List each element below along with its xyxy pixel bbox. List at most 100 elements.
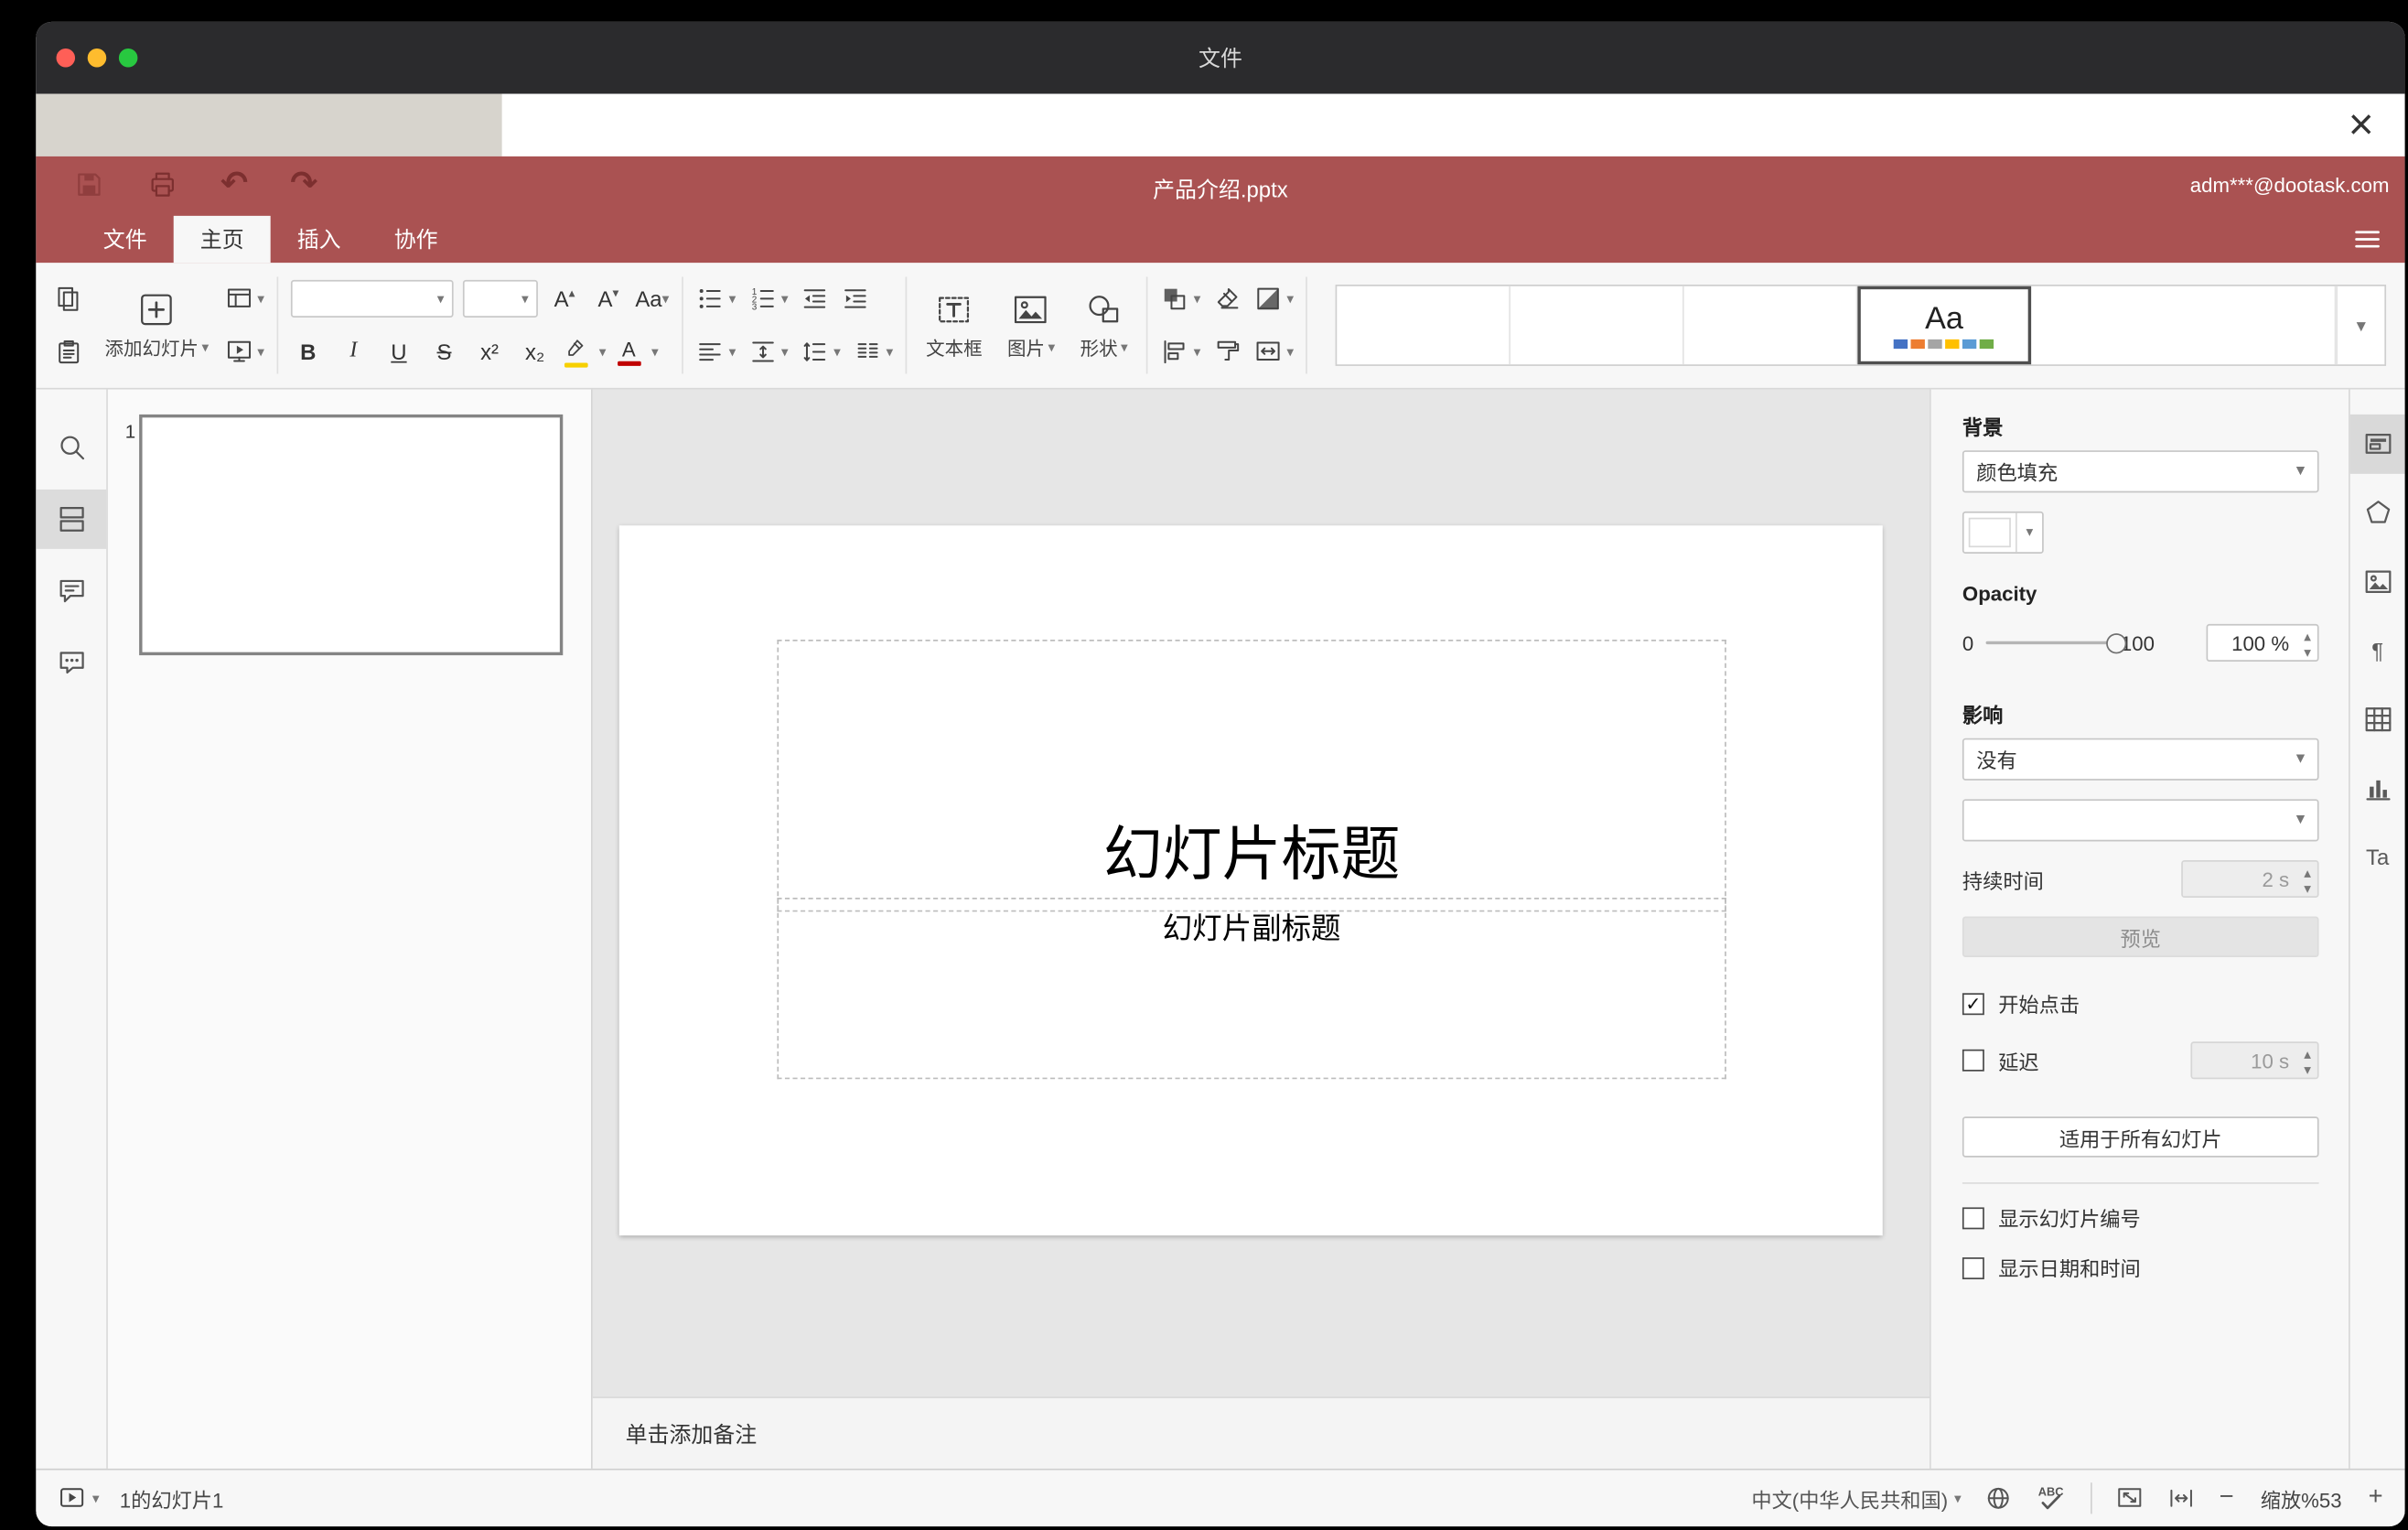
insert-image-button[interactable]: 图片 ▾: [1001, 290, 1061, 361]
checkbox-unchecked[interactable]: [1962, 1256, 1984, 1279]
redo-button[interactable]: ↷: [290, 167, 317, 202]
theme-tile-selected[interactable]: Aa: [1858, 286, 2032, 365]
increase-font-button[interactable]: A▴: [547, 280, 582, 318]
theme-tile[interactable]: [1338, 286, 1511, 365]
slide-settings-button[interactable]: [2349, 414, 2405, 474]
effect-select[interactable]: 没有 ▾: [1962, 738, 2319, 781]
font-size-combobox[interactable]: ▾: [463, 279, 539, 318]
copy-style-button[interactable]: [1213, 338, 1242, 366]
print-button[interactable]: [147, 169, 178, 200]
theme-gallery-expand-button[interactable]: ▾: [2336, 286, 2384, 365]
theme-tile[interactable]: [1511, 286, 1685, 365]
search-panel-button[interactable]: [36, 417, 106, 477]
theme-tile[interactable]: [1684, 286, 1859, 365]
insert-textbox-button[interactable]: 文本框: [919, 290, 988, 361]
delay-spinner[interactable]: 10 s ▴ ▾: [2190, 1041, 2319, 1080]
fit-slide-button[interactable]: [2116, 1484, 2145, 1513]
close-window-button[interactable]: [56, 48, 76, 68]
copy-button[interactable]: [55, 285, 83, 313]
font-color-button[interactable]: A: [617, 339, 641, 366]
slide-thumbnail[interactable]: [139, 414, 564, 656]
highlight-color-button[interactable]: [563, 336, 587, 368]
document-language-button[interactable]: [1984, 1484, 2013, 1513]
arrange-shapes-button[interactable]: ▾: [1161, 285, 1200, 313]
tab-collaboration[interactable]: 协作: [368, 216, 465, 263]
numbering-button[interactable]: ▾: [748, 285, 789, 313]
theme-tile[interactable]: [2032, 286, 2337, 365]
save-button[interactable]: [73, 169, 104, 200]
underline-button[interactable]: U: [382, 333, 416, 371]
minimize-window-button[interactable]: [87, 48, 107, 68]
paragraph-settings-button[interactable]: ¶: [2350, 621, 2405, 681]
slide-size-button[interactable]: ▾: [1253, 338, 1294, 366]
italic-button[interactable]: I: [337, 333, 371, 371]
insert-shape-button[interactable]: 形状 ▾: [1074, 290, 1134, 361]
slides-panel-button[interactable]: [36, 489, 107, 549]
font-name-combobox[interactable]: ▾: [291, 279, 454, 318]
decrease-indent-button[interactable]: [801, 285, 829, 313]
align-shapes-button[interactable]: ▾: [1161, 338, 1200, 366]
decrease-font-button[interactable]: A▾: [591, 280, 626, 318]
effect-type-select[interactable]: ▾: [1962, 799, 2319, 842]
zoom-window-button[interactable]: [118, 48, 138, 68]
show-datetime-checkbox-row[interactable]: 显示日期和时间: [1962, 1253, 2319, 1282]
view-settings-button[interactable]: [2351, 223, 2382, 254]
undo-button[interactable]: ↶: [220, 167, 248, 202]
delay-checkbox-row[interactable]: 延迟: [1962, 1046, 2039, 1075]
fill-color-dropdown[interactable]: ▾: [2016, 512, 2042, 553]
fill-color-picker[interactable]: ▾: [1962, 511, 2044, 555]
add-slide-button[interactable]: 添加幻灯片 ▾: [99, 290, 215, 361]
change-layout-button[interactable]: ▾: [224, 285, 264, 313]
shape-settings-button[interactable]: [2350, 483, 2405, 543]
shape-fill-button[interactable]: ▾: [1253, 285, 1294, 313]
opacity-spinner[interactable]: 100 % ▴ ▾: [2206, 623, 2319, 662]
checkbox-unchecked[interactable]: [1962, 1206, 1984, 1229]
spinner-arrows[interactable]: ▴ ▾: [2304, 866, 2311, 896]
tab-file[interactable]: 文件: [77, 216, 174, 263]
start-slideshow-button[interactable]: ▾: [224, 338, 264, 366]
increase-indent-button[interactable]: [842, 285, 870, 313]
title-placeholder[interactable]: 幻灯片标题: [777, 640, 1726, 912]
paste-button[interactable]: [55, 338, 83, 366]
checkbox-checked[interactable]: ✓: [1962, 992, 1984, 1015]
clear-style-button[interactable]: [1213, 285, 1242, 313]
zoom-out-button[interactable]: −: [2220, 1485, 2234, 1511]
columns-button[interactable]: ▾: [854, 338, 893, 366]
fill-type-select[interactable]: 颜色填充 ▾: [1962, 450, 2319, 493]
start-on-click-checkbox-row[interactable]: ✓ 开始点击: [1962, 988, 2319, 1018]
tab-home[interactable]: 主页: [173, 215, 271, 264]
chat-panel-button[interactable]: [36, 633, 106, 693]
vertical-align-button[interactable]: ▾: [748, 338, 789, 366]
chevron-down-icon: ▾: [728, 290, 736, 307]
strikethrough-button[interactable]: S: [427, 333, 462, 371]
subscript-button[interactable]: x₂: [518, 333, 553, 371]
chart-settings-button[interactable]: [2350, 759, 2405, 818]
fit-width-button[interactable]: [2167, 1484, 2196, 1513]
tab-insert[interactable]: 插入: [271, 216, 368, 263]
spinner-arrows[interactable]: ▴ ▾: [2304, 1047, 2311, 1077]
notes-area[interactable]: 单击添加备注: [592, 1396, 1930, 1469]
zoom-in-button[interactable]: +: [2369, 1485, 2383, 1511]
textart-settings-button[interactable]: Ta: [2350, 827, 2405, 887]
apply-to-all-button[interactable]: 适用于所有幻灯片: [1962, 1116, 2319, 1158]
change-case-button[interactable]: Aa ▾: [635, 280, 670, 318]
close-preview-button[interactable]: ×: [2333, 94, 2390, 156]
bullets-button[interactable]: ▾: [696, 285, 736, 313]
line-spacing-button[interactable]: ▾: [801, 338, 841, 366]
horizontal-align-button[interactable]: ▾: [696, 338, 736, 366]
spinner-arrows[interactable]: ▴ ▾: [2304, 630, 2311, 660]
duration-spinner[interactable]: 2 s ▴ ▾: [2181, 859, 2319, 899]
spellcheck-button[interactable]: [2037, 1482, 2068, 1514]
language-selector[interactable]: 中文(中华人民共和国) ▾: [1751, 1483, 1961, 1513]
show-slide-number-checkbox-row[interactable]: 显示幻灯片编号: [1962, 1202, 2319, 1232]
preview-button[interactable]: 预览: [1962, 916, 2319, 957]
subtitle-placeholder[interactable]: 幻灯片副标题: [777, 898, 1726, 1080]
superscript-button[interactable]: x²: [472, 333, 507, 371]
table-settings-button[interactable]: [2350, 690, 2405, 749]
start-slideshow-status-button[interactable]: ▾: [58, 1484, 100, 1513]
comments-panel-button[interactable]: [36, 562, 106, 621]
checkbox-unchecked[interactable]: [1962, 1049, 1984, 1072]
image-settings-button[interactable]: [2350, 552, 2405, 611]
bold-button[interactable]: B: [291, 333, 326, 371]
opacity-slider[interactable]: [1985, 633, 2127, 654]
